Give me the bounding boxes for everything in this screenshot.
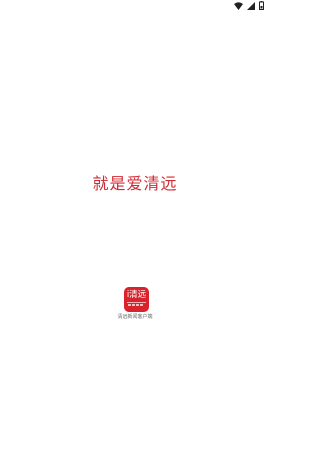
app-icon-underline bbox=[127, 302, 146, 307]
status-icons bbox=[234, 1, 264, 10]
signal-icon bbox=[247, 1, 255, 10]
app-caption: 清远新闻客户端 bbox=[117, 314, 153, 320]
app-logo-icon: i清远 bbox=[124, 287, 149, 312]
wifi-icon bbox=[234, 1, 243, 10]
battery-icon bbox=[259, 1, 264, 10]
app-icon-label: i清远 bbox=[126, 290, 147, 300]
splash-slogan: 就是爱清远 bbox=[92, 174, 178, 193]
status-bar bbox=[0, 0, 270, 12]
